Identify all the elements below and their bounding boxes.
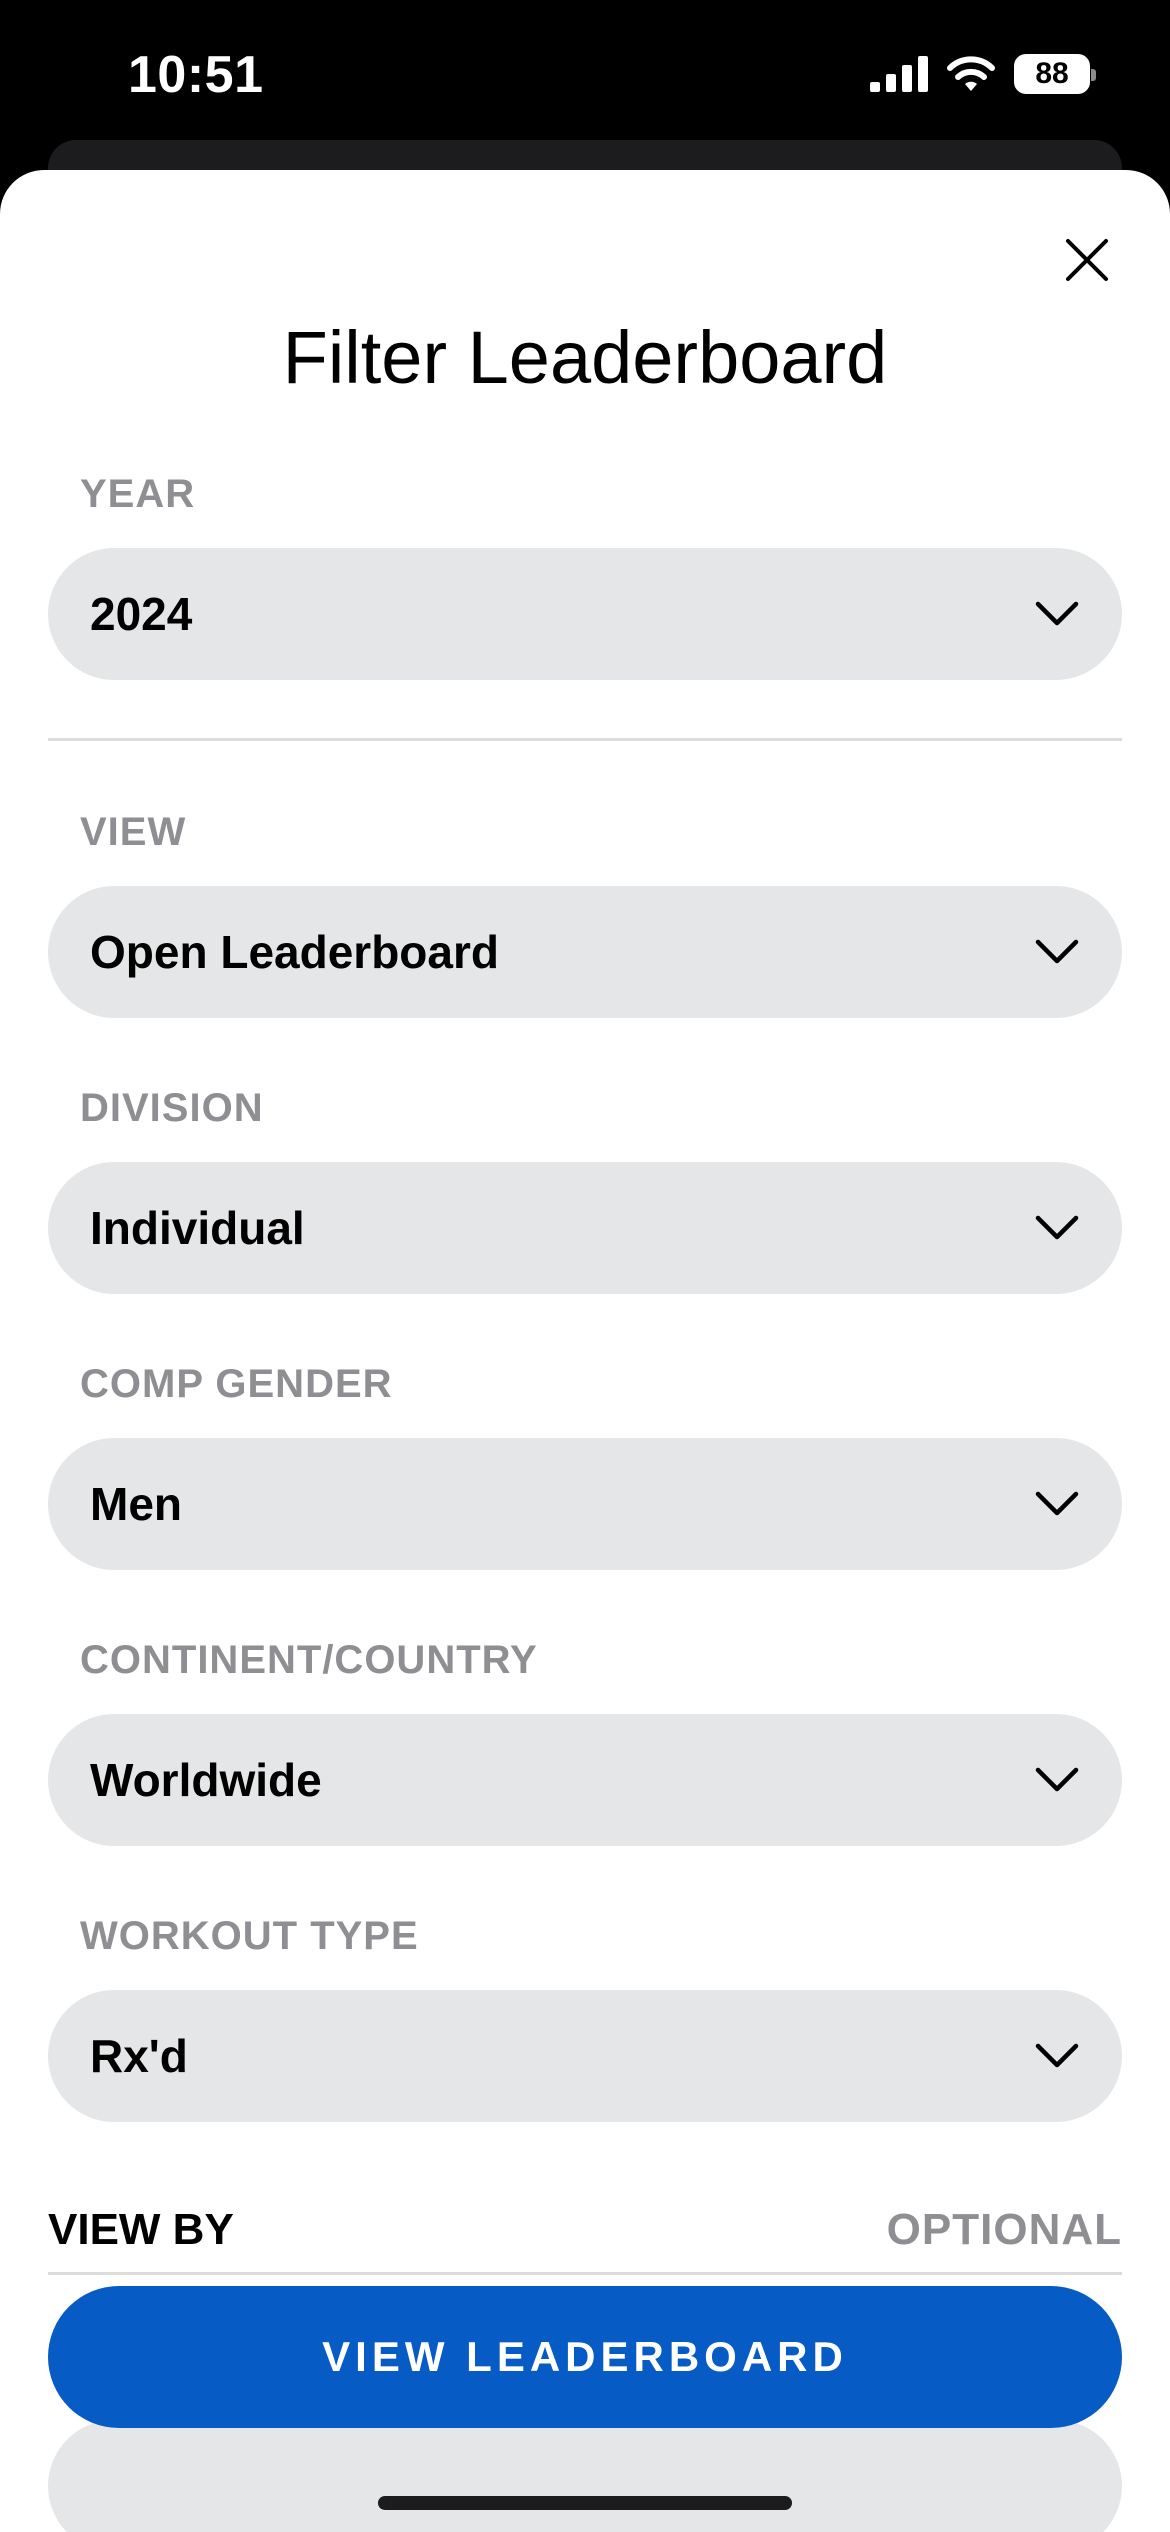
continent-country-label: CONTINENT/COUNTRY [80, 1638, 538, 1682]
close-button[interactable] [1052, 225, 1122, 295]
view-select[interactable]: Open Leaderboard [48, 886, 1122, 1018]
comp-gender-value: Men [90, 1478, 182, 1530]
year-value: 2024 [90, 588, 193, 640]
division-select[interactable]: Individual [48, 1162, 1122, 1294]
view-by-heading: VIEW BY [48, 2205, 234, 2254]
comp-gender-label: COMP GENDER [80, 1362, 393, 1406]
divider [48, 2272, 1122, 2275]
status-icons: 88 [870, 54, 1096, 94]
chevron-down-icon [1032, 1203, 1082, 1253]
chevron-down-icon [1032, 2031, 1082, 2081]
chevron-down-icon [1032, 1755, 1082, 1805]
home-indicator [378, 2496, 792, 2510]
view-leaderboard-button[interactable]: VIEW LEADERBOARD [48, 2286, 1122, 2428]
battery-icon: 88 [1014, 54, 1096, 94]
wifi-icon [947, 56, 995, 91]
year-select[interactable]: 2024 [48, 548, 1122, 680]
workout-type-select[interactable]: Rx'd [48, 1990, 1122, 2122]
workout-type-value: Rx'd [90, 2030, 188, 2082]
status-time: 10:51 [128, 46, 264, 104]
view-value: Open Leaderboard [90, 926, 499, 978]
close-icon [1066, 239, 1108, 281]
chevron-down-icon [1032, 589, 1082, 639]
year-label: YEAR [80, 472, 196, 516]
page-title: Filter Leaderboard [282, 316, 888, 399]
status-bar: 10:51 88 [0, 0, 1170, 160]
filter-sheet: Filter Leaderboard YEAR 2024 VIEW Open L… [0, 170, 1170, 2532]
divider [48, 738, 1122, 741]
division-value: Individual [90, 1202, 305, 1254]
optional-label: OPTIONAL [886, 2205, 1122, 2254]
cellular-signal-icon [870, 56, 928, 92]
view-by-select[interactable] [48, 2420, 1122, 2532]
view-label: VIEW [80, 810, 187, 854]
comp-gender-select[interactable]: Men [48, 1438, 1122, 1570]
continent-country-value: Worldwide [90, 1754, 322, 1806]
chevron-down-icon [1032, 1479, 1082, 1529]
division-label: DIVISION [80, 1086, 264, 1130]
chevron-down-icon [1032, 927, 1082, 977]
continent-country-select[interactable]: Worldwide [48, 1714, 1122, 1846]
workout-type-label: WORKOUT TYPE [80, 1914, 419, 1958]
